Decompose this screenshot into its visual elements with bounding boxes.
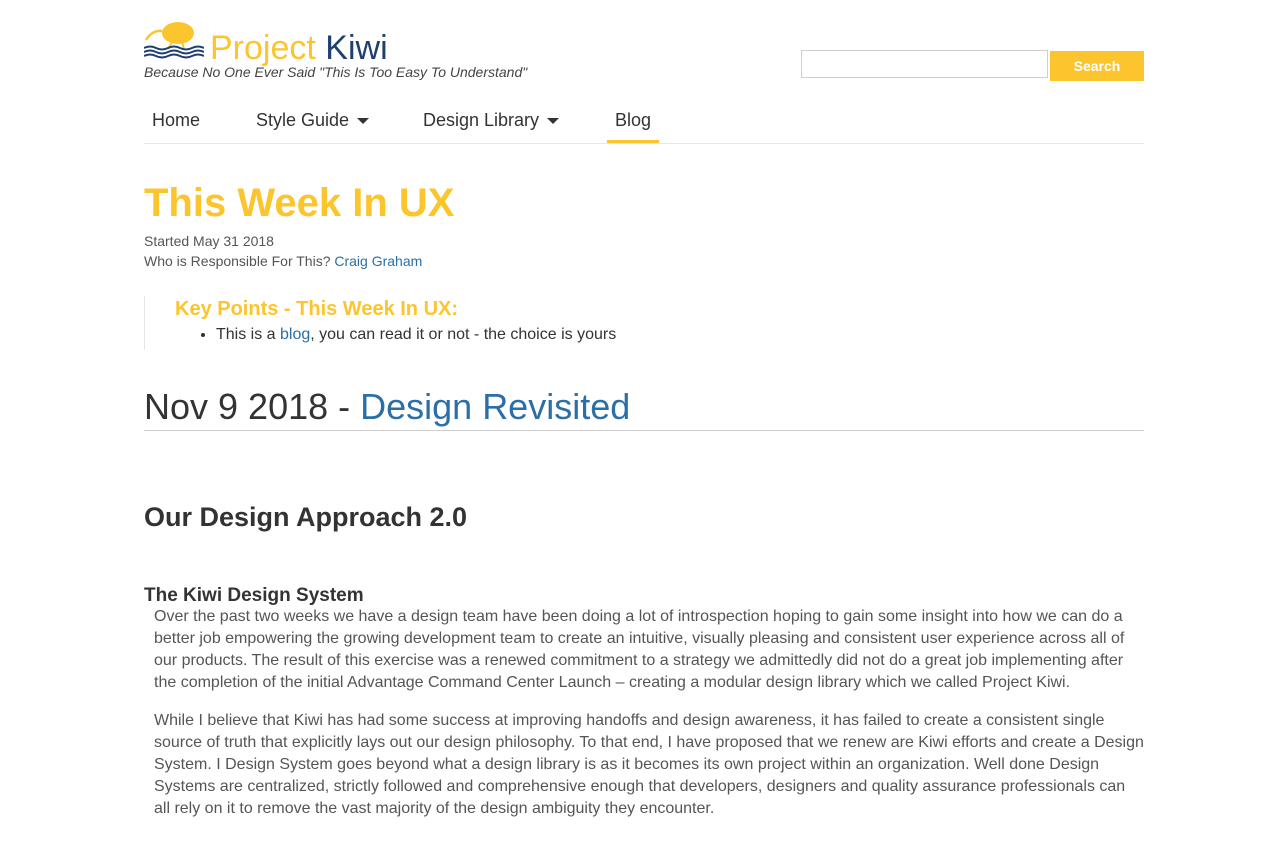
key-points-heading: Key Points - This Week In UX:: [175, 298, 459, 320]
post-paragraph-1: Over the past two weeks we have a design…: [154, 608, 1125, 691]
post-title-link[interactable]: Design Revisited: [360, 386, 630, 427]
post-heading: Nov 9 2018 - Design Revisited: [144, 384, 1144, 431]
brand-name[interactable]: Project Kiwi: [210, 28, 388, 68]
main-nav: Home Style Guide Design Library Blog: [144, 100, 1144, 144]
section-title: Our Design Approach 2.0: [144, 502, 468, 532]
nav-item-label: Blog: [615, 110, 652, 130]
brand-part-kiwi: Kiwi: [325, 29, 388, 67]
blog-link[interactable]: blog: [280, 326, 310, 343]
responsible-label: Who is Responsible For This?: [144, 253, 331, 269]
chevron-down-icon: [547, 118, 560, 125]
key-points-list: This is a blog, you can read it or not -…: [200, 326, 616, 344]
post-paragraph-2: While I believe that Kiwi has had some s…: [154, 712, 1144, 817]
key-points-box: Key Points - This Week In UX: This is a …: [144, 296, 745, 350]
responsible-line: Who is Responsible For This? Craig Graha…: [144, 253, 422, 269]
list-item: This is a blog, you can read it or not -…: [216, 326, 616, 344]
kiwi-bird-icon[interactable]: [143, 18, 205, 60]
chevron-down-icon: [357, 118, 370, 125]
brand-part-project: Project: [210, 29, 316, 67]
started-date: Started May 31 2018: [144, 233, 274, 249]
nav-item-blog[interactable]: Blog: [607, 100, 660, 143]
search-button[interactable]: Search: [1050, 51, 1144, 81]
responsible-name-link[interactable]: Craig Graham: [334, 253, 422, 269]
nav-item-label: Home: [152, 110, 201, 130]
search-input[interactable]: [801, 50, 1048, 78]
nav-item-label: Design Library: [423, 110, 540, 130]
page-title: This Week In UX: [144, 181, 455, 225]
nav-item-home[interactable]: Home: [152, 100, 200, 143]
key-point-suffix: , you can read it or not - the choice is…: [310, 326, 617, 343]
post-date: Nov 9 2018 -: [144, 386, 361, 427]
tagline: Because No One Ever Said "This Is Too Ea…: [144, 64, 528, 80]
subsection-title: The Kiwi Design System: [144, 585, 364, 606]
key-point-prefix: This is a: [216, 326, 281, 343]
nav-item-label: Style Guide: [256, 110, 350, 130]
nav-item-style-guide[interactable]: Style Guide: [256, 100, 370, 143]
nav-item-design-library[interactable]: Design Library: [423, 100, 560, 143]
